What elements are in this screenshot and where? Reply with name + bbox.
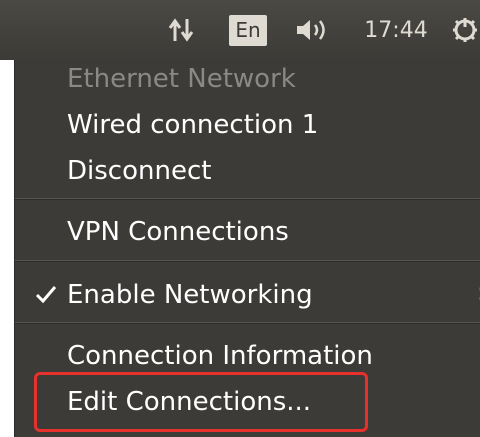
session-indicator[interactable]	[450, 0, 480, 60]
menu-item-disconnect[interactable]: Disconnect	[67, 156, 211, 186]
top-panel: En 17:44	[0, 0, 480, 60]
menu-separator	[15, 260, 480, 262]
sound-indicator[interactable]	[285, 0, 341, 60]
keyboard-layout-label: En	[229, 14, 267, 46]
menu-item-enable-networking[interactable]: Enable Networking	[67, 280, 313, 310]
menu-item-vpn-connections[interactable]: VPN Connections	[67, 217, 289, 247]
menu-separator	[15, 198, 480, 200]
highlight-annotation	[34, 372, 368, 432]
checkmark-icon	[35, 286, 57, 304]
network-transfer-icon	[168, 18, 194, 42]
power-gear-icon	[453, 18, 477, 42]
menu-item-wired-connection-1[interactable]: Wired connection 1	[67, 110, 318, 140]
keyboard-layout-indicator[interactable]: En	[226, 0, 270, 60]
menu-separator	[15, 322, 480, 324]
menu-item-connection-information[interactable]: Connection Information	[67, 341, 373, 371]
volume-icon	[297, 20, 325, 40]
clock[interactable]: 17:44	[356, 0, 436, 60]
menu-section-ethernet-network: Ethernet Network	[67, 64, 296, 94]
network-indicator[interactable]	[160, 0, 204, 60]
screen: En 17:44 Ethernet Network Wired connecti…	[0, 0, 480, 437]
